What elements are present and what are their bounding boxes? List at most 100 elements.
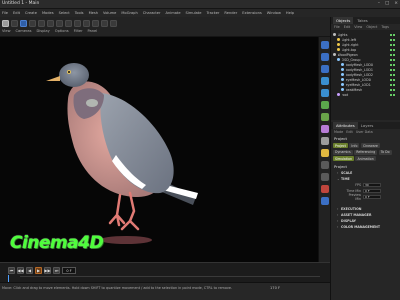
y-axis-icon[interactable]	[65, 20, 72, 27]
field-label: FPS	[355, 183, 361, 187]
scale-tool-icon[interactable]	[38, 20, 45, 27]
maximize-button[interactable]: □	[385, 1, 389, 6]
menu-simulate[interactable]: Simulate	[186, 11, 202, 15]
render-view-icon[interactable]	[92, 20, 99, 27]
text-icon[interactable]	[321, 77, 329, 85]
object-row[interactable]: Light.left	[331, 37, 400, 42]
menu-volume[interactable]: Volume	[103, 11, 116, 15]
viewport-menu-options[interactable]: Options	[55, 29, 69, 33]
joint-icon	[337, 93, 340, 96]
go-to-end-button[interactable]: ⏭	[53, 267, 60, 274]
sky-icon[interactable]	[321, 173, 329, 181]
tab-layers[interactable]: Layers	[358, 122, 377, 129]
menu-file[interactable]: File	[2, 11, 8, 15]
object-flags	[390, 73, 400, 76]
viewport-menu-panel[interactable]: Panel	[88, 29, 98, 33]
viewport-menu-filter[interactable]: Filter	[74, 29, 83, 33]
coordinate-system-icon[interactable]	[83, 20, 90, 27]
prop-color-management[interactable]: › COLOR MANAGEMENT	[331, 224, 400, 230]
redo-icon[interactable]	[11, 20, 18, 27]
attributes-menu-user-data[interactable]: User Data	[356, 130, 373, 134]
close-button[interactable]: ×	[394, 1, 398, 6]
fps-input[interactable]: 30	[363, 182, 381, 188]
chip-referencing[interactable]: Referencing	[354, 149, 378, 155]
bend-deformer-icon[interactable]	[321, 113, 329, 121]
object-label: Light.top	[341, 47, 357, 52]
objects-menu-view[interactable]: View	[354, 25, 362, 29]
undo-icon[interactable]	[2, 20, 9, 27]
field-icon[interactable]	[321, 125, 329, 133]
chip-animation[interactable]: Animation	[355, 156, 376, 161]
menu-mograph[interactable]: MoGraph	[121, 11, 137, 15]
menu-window[interactable]: Window	[267, 11, 281, 15]
render-picture-viewer-icon[interactable]	[101, 20, 108, 27]
viewport-menu-cameras[interactable]: Cameras	[16, 29, 32, 33]
menu-modes[interactable]: Modes	[42, 11, 54, 15]
menu-tracker[interactable]: Tracker	[206, 11, 219, 15]
play-button[interactable]: ▶	[35, 267, 42, 274]
object-row[interactable]: OSD_Group	[331, 57, 400, 62]
chip-simulation[interactable]: Simulation	[333, 156, 354, 161]
viewport-menu-view[interactable]: View	[2, 29, 11, 33]
rotate-tool-icon[interactable]	[29, 20, 36, 27]
time-min-input[interactable]: 0 F	[363, 188, 381, 194]
attributes-menu-mode[interactable]: Mode	[334, 130, 343, 134]
chip-cineware[interactable]: Cineware	[360, 143, 380, 148]
tab-objects[interactable]: Objects	[333, 17, 354, 24]
objects-menu-edit[interactable]: Edit	[344, 25, 351, 29]
menu-character[interactable]: Character	[143, 11, 161, 15]
3d-viewport[interactable]: Cinema4D	[0, 37, 330, 262]
object-row[interactable]: root	[331, 92, 400, 97]
attributes-menu-edit[interactable]: Edit	[346, 130, 353, 134]
viewport-menu-display[interactable]: Display	[37, 29, 50, 33]
objects-menu-tags[interactable]: Tags	[381, 25, 389, 29]
tab-takes[interactable]: Takes	[354, 17, 370, 24]
chip-todo[interactable]: To Do	[378, 149, 392, 155]
chip-dynamics[interactable]: Dynamics	[333, 149, 353, 155]
object-row[interactable]: Light.top	[331, 47, 400, 52]
cloner-icon[interactable]	[321, 89, 329, 97]
previous-key-button[interactable]: ◀◀	[17, 267, 24, 274]
menu-extensions[interactable]: Extensions	[242, 11, 262, 15]
menu-edit[interactable]: Edit	[13, 11, 20, 15]
subdivision-icon[interactable]	[321, 101, 329, 109]
menu-mesh[interactable]: Mesh	[89, 11, 98, 15]
floor-icon[interactable]	[321, 161, 329, 169]
timeline-ruler[interactable]	[20, 276, 320, 280]
spline-pen-icon[interactable]	[321, 53, 329, 61]
null-icon[interactable]	[321, 185, 329, 193]
select-tool-icon[interactable]	[47, 20, 54, 27]
next-key-button[interactable]: ▶▶	[44, 267, 51, 274]
object-row[interactable]: Lights	[331, 32, 400, 37]
cube-icon[interactable]	[321, 41, 329, 49]
previous-frame-button[interactable]: ◀	[26, 267, 33, 274]
menu-help[interactable]: Help	[286, 11, 294, 15]
python-icon[interactable]	[321, 197, 329, 205]
menu-select[interactable]: Select	[59, 11, 70, 15]
menu-animate[interactable]: Animate	[165, 11, 180, 15]
move-tool-icon[interactable]	[20, 20, 27, 27]
current-frame-field[interactable]: 0 F	[62, 267, 76, 274]
sphere-icon[interactable]	[321, 65, 329, 73]
light-icon	[337, 38, 340, 41]
x-axis-icon[interactable]	[56, 20, 63, 27]
light-icon[interactable]	[321, 149, 329, 157]
camera-icon[interactable]	[321, 137, 329, 145]
chip-project[interactable]: Project	[333, 143, 348, 148]
go-to-start-button[interactable]: ⏮	[8, 267, 15, 274]
chip-info[interactable]: Info	[349, 143, 360, 148]
object-row[interactable]: Light.right	[331, 42, 400, 47]
tab-attributes[interactable]: Attributes	[333, 122, 358, 129]
menu-create[interactable]: Create	[25, 11, 37, 15]
minimize-button[interactable]: –	[378, 1, 380, 6]
object-label: OSD_Group	[341, 57, 361, 62]
objects-menu-object[interactable]: Object	[366, 25, 377, 29]
objects-menu-file[interactable]: File	[334, 25, 340, 29]
render-settings-icon[interactable]	[110, 20, 117, 27]
menu-render[interactable]: Render	[224, 11, 237, 15]
timeline-playhead[interactable]	[8, 275, 9, 282]
object-row[interactable]: WoodPigeon	[331, 52, 400, 57]
z-axis-icon[interactable]	[74, 20, 81, 27]
menu-tools[interactable]: Tools	[75, 11, 84, 15]
preview-min-input[interactable]: 0 F	[363, 194, 381, 200]
